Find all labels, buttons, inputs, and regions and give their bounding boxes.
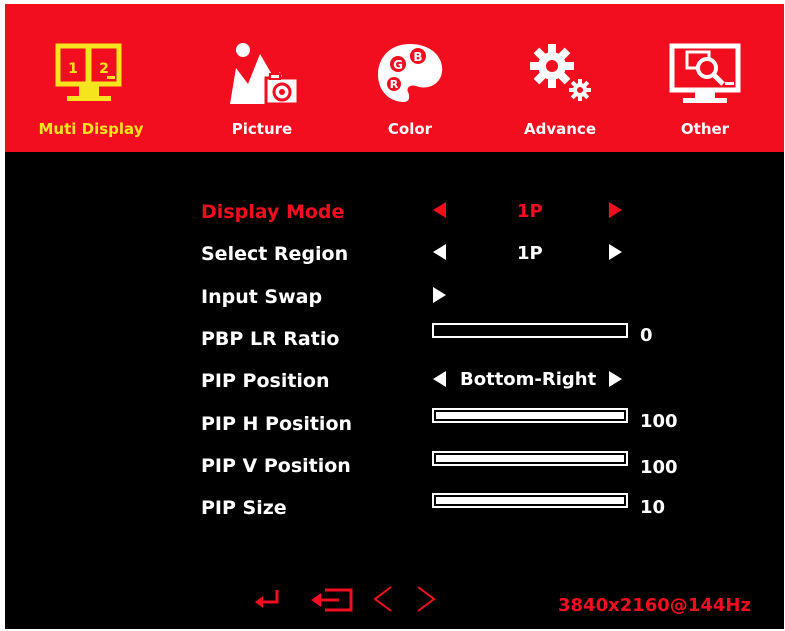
multi-display-icon: 1 2 [55, 43, 122, 101]
slider-fill [436, 455, 624, 462]
slider-fill [436, 497, 624, 504]
tab-advance[interactable]: Advance [490, 4, 630, 152]
tab-label: Muti Display [38, 120, 144, 138]
input-swap-label[interactable]: Input Swap [201, 285, 322, 309]
settings-menu: Display Mode 1P Select Region 1P Input S… [5, 152, 784, 629]
tab-label: Advance [524, 120, 596, 138]
tab-muti-display[interactable]: 1 2 Muti Display [21, 4, 161, 152]
pip-v-position-value: 100 [640, 457, 678, 478]
select-region-left-arrow-icon[interactable] [433, 244, 446, 260]
pip-size-slider[interactable] [432, 493, 628, 508]
right-chevron-icon[interactable] [410, 584, 442, 614]
resolution-status: 3840x2160@144Hz [558, 595, 751, 616]
svg-text:B: B [413, 50, 422, 64]
display-mode-label[interactable]: Display Mode [201, 200, 344, 224]
svg-text:G: G [393, 58, 403, 72]
tab-label: Picture [231, 120, 293, 138]
input-swap-arrow-icon[interactable] [433, 287, 446, 303]
pip-position-label[interactable]: PIP Position [201, 369, 330, 393]
osd-menu: 1 2 Muti Display Picture G B R Color Adv… [5, 4, 784, 629]
pbp-lr-ratio-label[interactable]: PBP LR Ratio [201, 327, 339, 351]
enter-icon[interactable] [251, 584, 283, 614]
pip-v-position-slider[interactable] [432, 451, 628, 466]
monitor-search-icon [669, 43, 741, 103]
display-mode-left-arrow-icon[interactable] [433, 202, 446, 218]
tab-other[interactable]: Other [635, 4, 775, 152]
picture-icon [230, 43, 300, 106]
gears-icon [530, 44, 591, 101]
pip-h-position-slider[interactable] [432, 408, 628, 423]
select-region-value: 1P [517, 243, 543, 264]
display-mode-value: 1P [517, 201, 543, 222]
svg-text:2: 2 [99, 61, 109, 77]
tab-bar: 1 2 Muti Display Picture G B R Color Adv… [5, 4, 784, 152]
pip-size-label[interactable]: PIP Size [201, 496, 287, 520]
pip-position-value: Bottom-Right [460, 369, 597, 390]
pip-size-value: 10 [640, 497, 666, 518]
tab-picture[interactable]: Picture [192, 4, 332, 152]
left-chevron-icon[interactable] [369, 584, 401, 614]
slider-fill [436, 412, 624, 419]
pip-h-position-value: 100 [640, 411, 678, 432]
select-region-label[interactable]: Select Region [201, 242, 348, 266]
pip-v-position-label[interactable]: PIP V Position [201, 454, 351, 478]
display-mode-right-arrow-icon[interactable] [609, 202, 622, 218]
pip-position-left-arrow-icon[interactable] [433, 371, 446, 387]
tab-color[interactable]: G B R Color [340, 4, 480, 152]
tab-label: Other [680, 120, 730, 138]
pbp-lr-ratio-value: 0 [640, 325, 653, 346]
pbp-lr-ratio-slider[interactable] [432, 323, 628, 338]
svg-text:1: 1 [68, 61, 78, 77]
tab-label: Color [387, 120, 433, 138]
select-region-right-arrow-icon[interactable] [609, 244, 622, 260]
color-palette-icon: G B R [378, 44, 443, 102]
svg-text:R: R [390, 78, 399, 91]
exit-icon[interactable] [309, 584, 355, 614]
pip-position-right-arrow-icon[interactable] [609, 371, 622, 387]
pip-h-position-label[interactable]: PIP H Position [201, 412, 352, 436]
